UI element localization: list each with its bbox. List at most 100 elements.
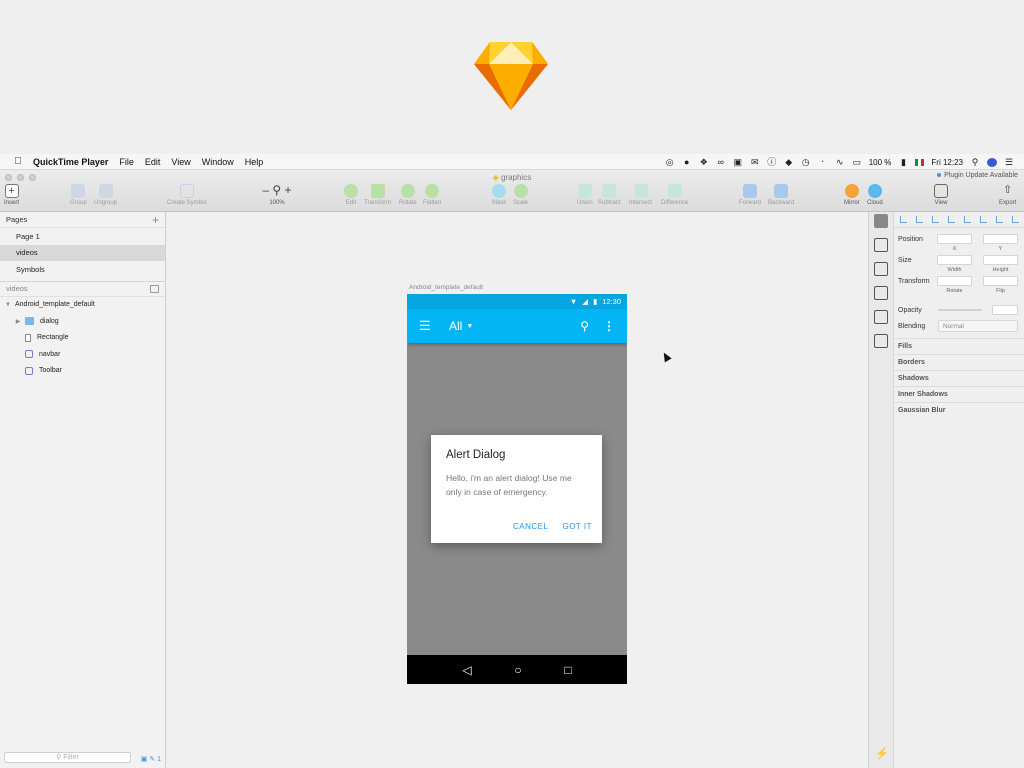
android-artboard[interactable]: ▼ ◢ ▮ 12:30 ☰ All ▼ ⚲ ⋮ Alert Dialog Hell… bbox=[407, 294, 627, 684]
flatten-button[interactable]: Flatten bbox=[423, 184, 441, 206]
align-middle-icon[interactable] bbox=[964, 216, 971, 223]
page-item-page-1[interactable]: Page 1 bbox=[0, 228, 165, 245]
align-top-icon[interactable] bbox=[948, 216, 955, 223]
align-bottom-icon[interactable] bbox=[980, 216, 987, 223]
search-icon[interactable]: ⚲ bbox=[580, 319, 589, 333]
menu-window[interactable]: Window bbox=[202, 157, 234, 167]
align-right-icon[interactable] bbox=[932, 216, 939, 223]
home-icon[interactable]: ○ bbox=[514, 663, 521, 677]
app-icon[interactable]: ▣ bbox=[733, 157, 743, 167]
recents-icon[interactable]: □ bbox=[564, 663, 571, 677]
ungroup-button[interactable]: Ungroup bbox=[94, 184, 117, 206]
opacity-field[interactable] bbox=[992, 305, 1018, 315]
align-left-icon[interactable] bbox=[900, 216, 907, 223]
position-y-field[interactable] bbox=[983, 234, 1018, 244]
glasses-icon[interactable]: ∞ bbox=[716, 157, 726, 167]
shadows-section[interactable]: Shadows bbox=[894, 370, 1024, 386]
transform-button[interactable]: Transform bbox=[364, 184, 391, 206]
opacity-slider[interactable] bbox=[938, 309, 982, 311]
share-icon[interactable] bbox=[874, 238, 888, 252]
mask-button[interactable]: Mask bbox=[492, 184, 506, 206]
subtract-button[interactable]: Subtract bbox=[598, 184, 620, 206]
insert-button[interactable]: + Insert bbox=[4, 184, 19, 206]
spotlight-icon[interactable]: ⚲ bbox=[970, 157, 980, 167]
wifi-icon[interactable]: ∿ bbox=[835, 157, 845, 167]
layer-filter-input[interactable]: ⚲ Filter bbox=[4, 752, 131, 763]
view-button[interactable]: View bbox=[934, 184, 948, 206]
menu-view[interactable]: View bbox=[171, 157, 190, 167]
bolt-icon[interactable]: ⚡ bbox=[869, 747, 895, 760]
apple-icon[interactable]:  bbox=[12, 156, 24, 167]
layer-dialog[interactable]: ▶ dialog bbox=[0, 313, 165, 330]
distribute-v-icon[interactable] bbox=[1012, 216, 1019, 223]
page-item-videos[interactable]: videos bbox=[0, 244, 165, 261]
layer-count[interactable]: ▣ ✎ 1 bbox=[141, 755, 161, 763]
airplay-icon[interactable]: ▭ bbox=[852, 157, 862, 167]
mail-icon[interactable]: ✉ bbox=[750, 157, 760, 167]
intersect-button[interactable]: Intersect bbox=[629, 184, 652, 206]
info-icon[interactable]: ⓘ bbox=[767, 157, 777, 167]
battery-icon[interactable]: ▮ bbox=[898, 157, 908, 167]
record-icon[interactable]: ◎ bbox=[665, 157, 675, 167]
disclosure-open-icon[interactable]: ▼ bbox=[4, 302, 12, 308]
layout-icon[interactable] bbox=[874, 262, 888, 276]
menu-file[interactable]: File bbox=[119, 157, 134, 167]
style-icon[interactable] bbox=[874, 286, 888, 300]
chat-icon[interactable]: ● bbox=[682, 157, 692, 167]
edit-button[interactable]: Edit bbox=[344, 184, 358, 206]
artboard-label[interactable]: Android_template_default bbox=[409, 284, 483, 291]
width-field[interactable] bbox=[937, 255, 972, 265]
rotate-field[interactable] bbox=[937, 276, 972, 286]
more-vert-icon[interactable]: ⋮ bbox=[603, 319, 615, 333]
add-page-icon[interactable]: + bbox=[152, 213, 159, 227]
forward-button[interactable]: Forward bbox=[739, 184, 761, 206]
layer-artboard[interactable]: ▼ Android_template_default bbox=[0, 297, 165, 314]
flip-control[interactable] bbox=[983, 276, 1018, 286]
bluetooth-icon[interactable]: ᛫ bbox=[818, 157, 828, 167]
backward-button[interactable]: Backward bbox=[768, 184, 794, 206]
inner-shadows-section[interactable]: Inner Shadows bbox=[894, 386, 1024, 402]
create-symbol-button[interactable]: Create Symbol bbox=[167, 184, 207, 206]
mirror-button[interactable]: Mirror bbox=[844, 184, 860, 206]
back-icon[interactable]: ◁ bbox=[462, 663, 471, 677]
gaussian-blur-section[interactable]: Gaussian Blur bbox=[894, 402, 1024, 418]
zoom-control[interactable]: – ⚲ +100% bbox=[260, 184, 294, 206]
page-item-symbols[interactable]: Symbols bbox=[0, 261, 165, 278]
difference-button[interactable]: Difference bbox=[661, 184, 688, 206]
disclosure-closed-icon[interactable]: ▶ bbox=[14, 318, 22, 325]
position-x-field[interactable] bbox=[937, 234, 972, 244]
add-image-icon[interactable] bbox=[874, 334, 888, 348]
layer-rectangle[interactable]: Rectangle bbox=[0, 330, 165, 347]
export-button[interactable]: ⇧ Export bbox=[999, 184, 1016, 206]
clock[interactable]: Fri 12:23 bbox=[931, 158, 963, 167]
height-field[interactable] bbox=[983, 255, 1018, 265]
evernote-icon[interactable]: ◆ bbox=[784, 157, 794, 167]
layer-toolbar[interactable]: Toolbar bbox=[0, 363, 165, 380]
scale-button[interactable]: Scale bbox=[513, 184, 528, 206]
align-center-icon[interactable] bbox=[916, 216, 923, 223]
layer-navbar[interactable]: navbar bbox=[0, 346, 165, 363]
collapse-icon[interactable] bbox=[150, 284, 159, 293]
plugin-update-notice[interactable]: Plugin Update Available bbox=[937, 172, 1018, 179]
dropbox-icon[interactable]: ❖ bbox=[699, 157, 709, 167]
fills-section[interactable]: Fills bbox=[894, 338, 1024, 354]
blending-select[interactable]: Normal bbox=[938, 320, 1018, 332]
distribute-h-icon[interactable] bbox=[996, 216, 1003, 223]
siri-icon[interactable] bbox=[987, 157, 997, 167]
cancel-button[interactable]: CANCEL bbox=[513, 522, 548, 531]
flag-italy-icon[interactable] bbox=[915, 158, 925, 166]
notification-center-icon[interactable]: ☰ bbox=[1004, 157, 1014, 167]
group-button[interactable]: Group bbox=[70, 184, 87, 206]
borders-section[interactable]: Borders bbox=[894, 354, 1024, 370]
union-button[interactable]: Union bbox=[577, 184, 593, 206]
resize-icon[interactable] bbox=[874, 310, 888, 324]
menu-app-name[interactable]: QuickTime Player bbox=[33, 157, 108, 167]
menu-edit[interactable]: Edit bbox=[145, 157, 161, 167]
rotate-button[interactable]: Rotate bbox=[399, 184, 417, 206]
cloud-button[interactable]: Cloud bbox=[867, 184, 883, 206]
inspector-tab-icon[interactable] bbox=[874, 214, 888, 228]
menu-help[interactable]: Help bbox=[245, 157, 264, 167]
menu-icon[interactable]: ☰ bbox=[419, 318, 435, 334]
clock-icon[interactable]: ◷ bbox=[801, 157, 811, 167]
got-it-button[interactable]: GOT IT bbox=[562, 522, 592, 531]
